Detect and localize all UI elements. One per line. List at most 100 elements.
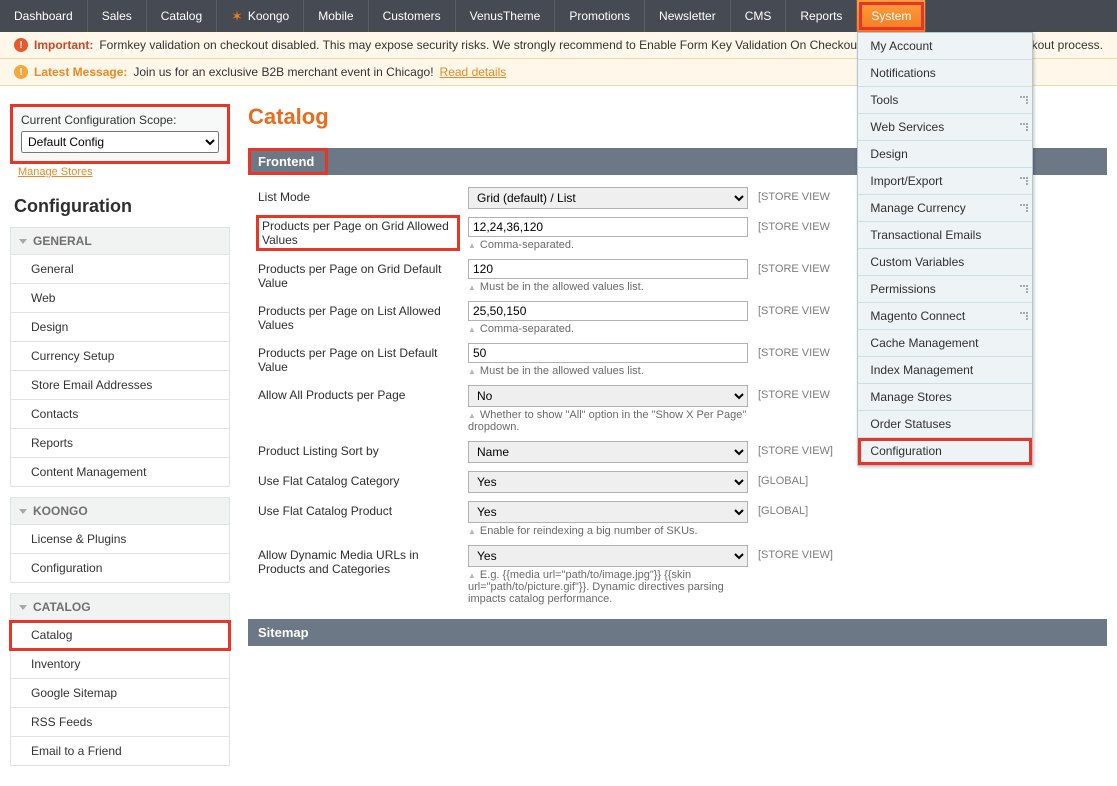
hint-list-allowed: Comma-separated. bbox=[468, 323, 748, 335]
side-general[interactable]: General bbox=[10, 255, 230, 284]
nav-promotions[interactable]: Promotions bbox=[555, 0, 645, 32]
nav-sales[interactable]: Sales bbox=[88, 0, 147, 32]
scope-grid-allowed: [STORE VIEW bbox=[758, 217, 830, 233]
input-grid-allowed[interactable] bbox=[468, 217, 748, 237]
nav-system[interactable]: System My Account Notifications Tools We… bbox=[857, 0, 926, 32]
menu-index[interactable]: Index Management bbox=[858, 357, 1032, 384]
side-koongo-config[interactable]: Configuration bbox=[10, 554, 230, 583]
input-grid-default[interactable] bbox=[468, 259, 748, 279]
hint-allow-all: Whether to show "All" option in the "Sho… bbox=[468, 409, 748, 433]
side-design[interactable]: Design bbox=[10, 313, 230, 342]
section-general[interactable]: GENERAL bbox=[10, 227, 230, 255]
panel-frontend-label: Frontend bbox=[248, 148, 328, 175]
sidebar-title: Configuration bbox=[14, 196, 230, 217]
side-reports[interactable]: Reports bbox=[10, 429, 230, 458]
select-flat-cat[interactable]: Yes bbox=[468, 471, 748, 493]
side-web[interactable]: Web bbox=[10, 284, 230, 313]
section-catalog[interactable]: CATALOG bbox=[10, 593, 230, 621]
nav-catalog[interactable]: Catalog bbox=[147, 0, 217, 32]
side-catalog[interactable]: Catalog bbox=[10, 621, 230, 650]
notice-latest-label: Latest Message: bbox=[34, 65, 127, 79]
panel-sitemap-bar[interactable]: Sitemap bbox=[248, 619, 1107, 646]
menu-notifications[interactable]: Notifications bbox=[858, 60, 1032, 87]
side-contacts[interactable]: Contacts bbox=[10, 400, 230, 429]
sidebar: Current Configuration Scope: Default Con… bbox=[10, 104, 230, 766]
scope-flat-cat: [GLOBAL] bbox=[758, 471, 808, 487]
side-inventory[interactable]: Inventory bbox=[10, 650, 230, 679]
nav-system-label: System bbox=[871, 9, 911, 23]
scope-label: Current Configuration Scope: bbox=[21, 113, 219, 127]
menu-cache[interactable]: Cache Management bbox=[858, 330, 1032, 357]
label-allow-all: Allow All Products per Page bbox=[258, 385, 458, 402]
menu-order-statuses[interactable]: Order Statuses bbox=[858, 411, 1032, 438]
menu-permissions[interactable]: Permissions bbox=[858, 276, 1032, 303]
hint-flat-prod: Enable for reindexing a big number of SK… bbox=[468, 525, 748, 537]
notice-latest-text: Join us for an exclusive B2B merchant ev… bbox=[133, 65, 433, 79]
menu-transactional-emails[interactable]: Transactional Emails bbox=[858, 222, 1032, 249]
system-dropdown: My Account Notifications Tools Web Servi… bbox=[857, 32, 1033, 466]
input-list-default[interactable] bbox=[468, 343, 748, 363]
nav-mobile[interactable]: Mobile bbox=[304, 0, 368, 32]
scope-grid-default: [STORE VIEW bbox=[758, 259, 830, 275]
menu-manage-currency[interactable]: Manage Currency bbox=[858, 195, 1032, 222]
section-koongo[interactable]: KOONGO bbox=[10, 497, 230, 525]
menu-tools[interactable]: Tools bbox=[858, 87, 1032, 114]
select-sort-by[interactable]: Name bbox=[468, 441, 748, 463]
menu-magento-connect[interactable]: Magento Connect bbox=[858, 303, 1032, 330]
label-sort-by: Product Listing Sort by bbox=[258, 441, 458, 458]
side-currency[interactable]: Currency Setup bbox=[10, 342, 230, 371]
hint-list-default: Must be in the allowed values list. bbox=[468, 365, 748, 377]
label-grid-default: Products per Page on Grid Default Value bbox=[258, 259, 458, 290]
info-icon: ! bbox=[14, 65, 28, 79]
select-list-mode[interactable]: Grid (default) / List bbox=[468, 187, 748, 209]
hint-dyn-media: E.g. {{media url="path/to/image.jpg"}} {… bbox=[468, 569, 748, 605]
menu-design[interactable]: Design bbox=[858, 141, 1032, 168]
notice-important-tail: kout process. bbox=[1032, 38, 1103, 52]
nav-dashboard[interactable]: Dashboard bbox=[0, 0, 88, 32]
scope-list-default: [STORE VIEW bbox=[758, 343, 830, 359]
scope-box: Current Configuration Scope: Default Con… bbox=[10, 104, 230, 164]
scope-flat-prod: [GLOBAL] bbox=[758, 501, 808, 517]
hint-grid-allowed: Comma-separated. bbox=[468, 239, 748, 251]
notice-important-text: Formkey validation on checkout disabled.… bbox=[99, 38, 873, 52]
nav-cms[interactable]: CMS bbox=[731, 0, 787, 32]
side-license[interactable]: License & Plugins bbox=[10, 525, 230, 554]
menu-custom-variables[interactable]: Custom Variables bbox=[858, 249, 1032, 276]
label-flat-prod: Use Flat Catalog Product bbox=[258, 501, 458, 518]
menu-my-account[interactable]: My Account bbox=[858, 33, 1032, 60]
scope-list-allowed: [STORE VIEW bbox=[758, 301, 830, 317]
scope-allow-all: [STORE VIEW bbox=[758, 385, 830, 401]
menu-web-services[interactable]: Web Services bbox=[858, 114, 1032, 141]
side-content-mgmt[interactable]: Content Management bbox=[10, 458, 230, 487]
notice-latest-link[interactable]: Read details bbox=[440, 65, 507, 79]
nav-koongo[interactable]: Koongo bbox=[217, 0, 304, 32]
top-nav: Dashboard Sales Catalog Koongo Mobile Cu… bbox=[0, 0, 1117, 32]
scope-dyn-media: [STORE VIEW] bbox=[758, 545, 833, 561]
select-dyn-media[interactable]: Yes bbox=[468, 545, 748, 567]
label-list-default: Products per Page on List Default Value bbox=[258, 343, 458, 374]
manage-stores-link[interactable]: Manage Stores bbox=[18, 166, 93, 178]
menu-manage-stores[interactable]: Manage Stores bbox=[858, 384, 1032, 411]
label-list-allowed: Products per Page on List Allowed Values bbox=[258, 301, 458, 332]
menu-configuration[interactable]: Configuration bbox=[858, 438, 1032, 465]
scope-list-mode: [STORE VIEW bbox=[758, 187, 830, 203]
menu-import-export[interactable]: Import/Export bbox=[858, 168, 1032, 195]
select-flat-prod[interactable]: Yes bbox=[468, 501, 748, 523]
side-rss[interactable]: RSS Feeds bbox=[10, 708, 230, 737]
nav-newsletter[interactable]: Newsletter bbox=[645, 0, 731, 32]
side-email-friend[interactable]: Email to a Friend bbox=[10, 737, 230, 766]
warn-icon: ! bbox=[14, 38, 28, 52]
nav-customers[interactable]: Customers bbox=[369, 0, 456, 32]
nav-venustheme[interactable]: VenusTheme bbox=[456, 0, 556, 32]
scope-select[interactable]: Default Config bbox=[21, 131, 219, 153]
label-list-mode: List Mode bbox=[258, 187, 458, 204]
label-flat-cat: Use Flat Catalog Category bbox=[258, 471, 458, 488]
side-google-sitemap[interactable]: Google Sitemap bbox=[10, 679, 230, 708]
label-dyn-media: Allow Dynamic Media URLs in Products and… bbox=[258, 545, 458, 576]
side-store-emails[interactable]: Store Email Addresses bbox=[10, 371, 230, 400]
nav-reports[interactable]: Reports bbox=[786, 0, 857, 32]
scope-sort-by: [STORE VIEW] bbox=[758, 441, 833, 457]
input-list-allowed[interactable] bbox=[468, 301, 748, 321]
select-allow-all[interactable]: No bbox=[468, 385, 748, 407]
hint-grid-default: Must be in the allowed values list. bbox=[468, 281, 748, 293]
